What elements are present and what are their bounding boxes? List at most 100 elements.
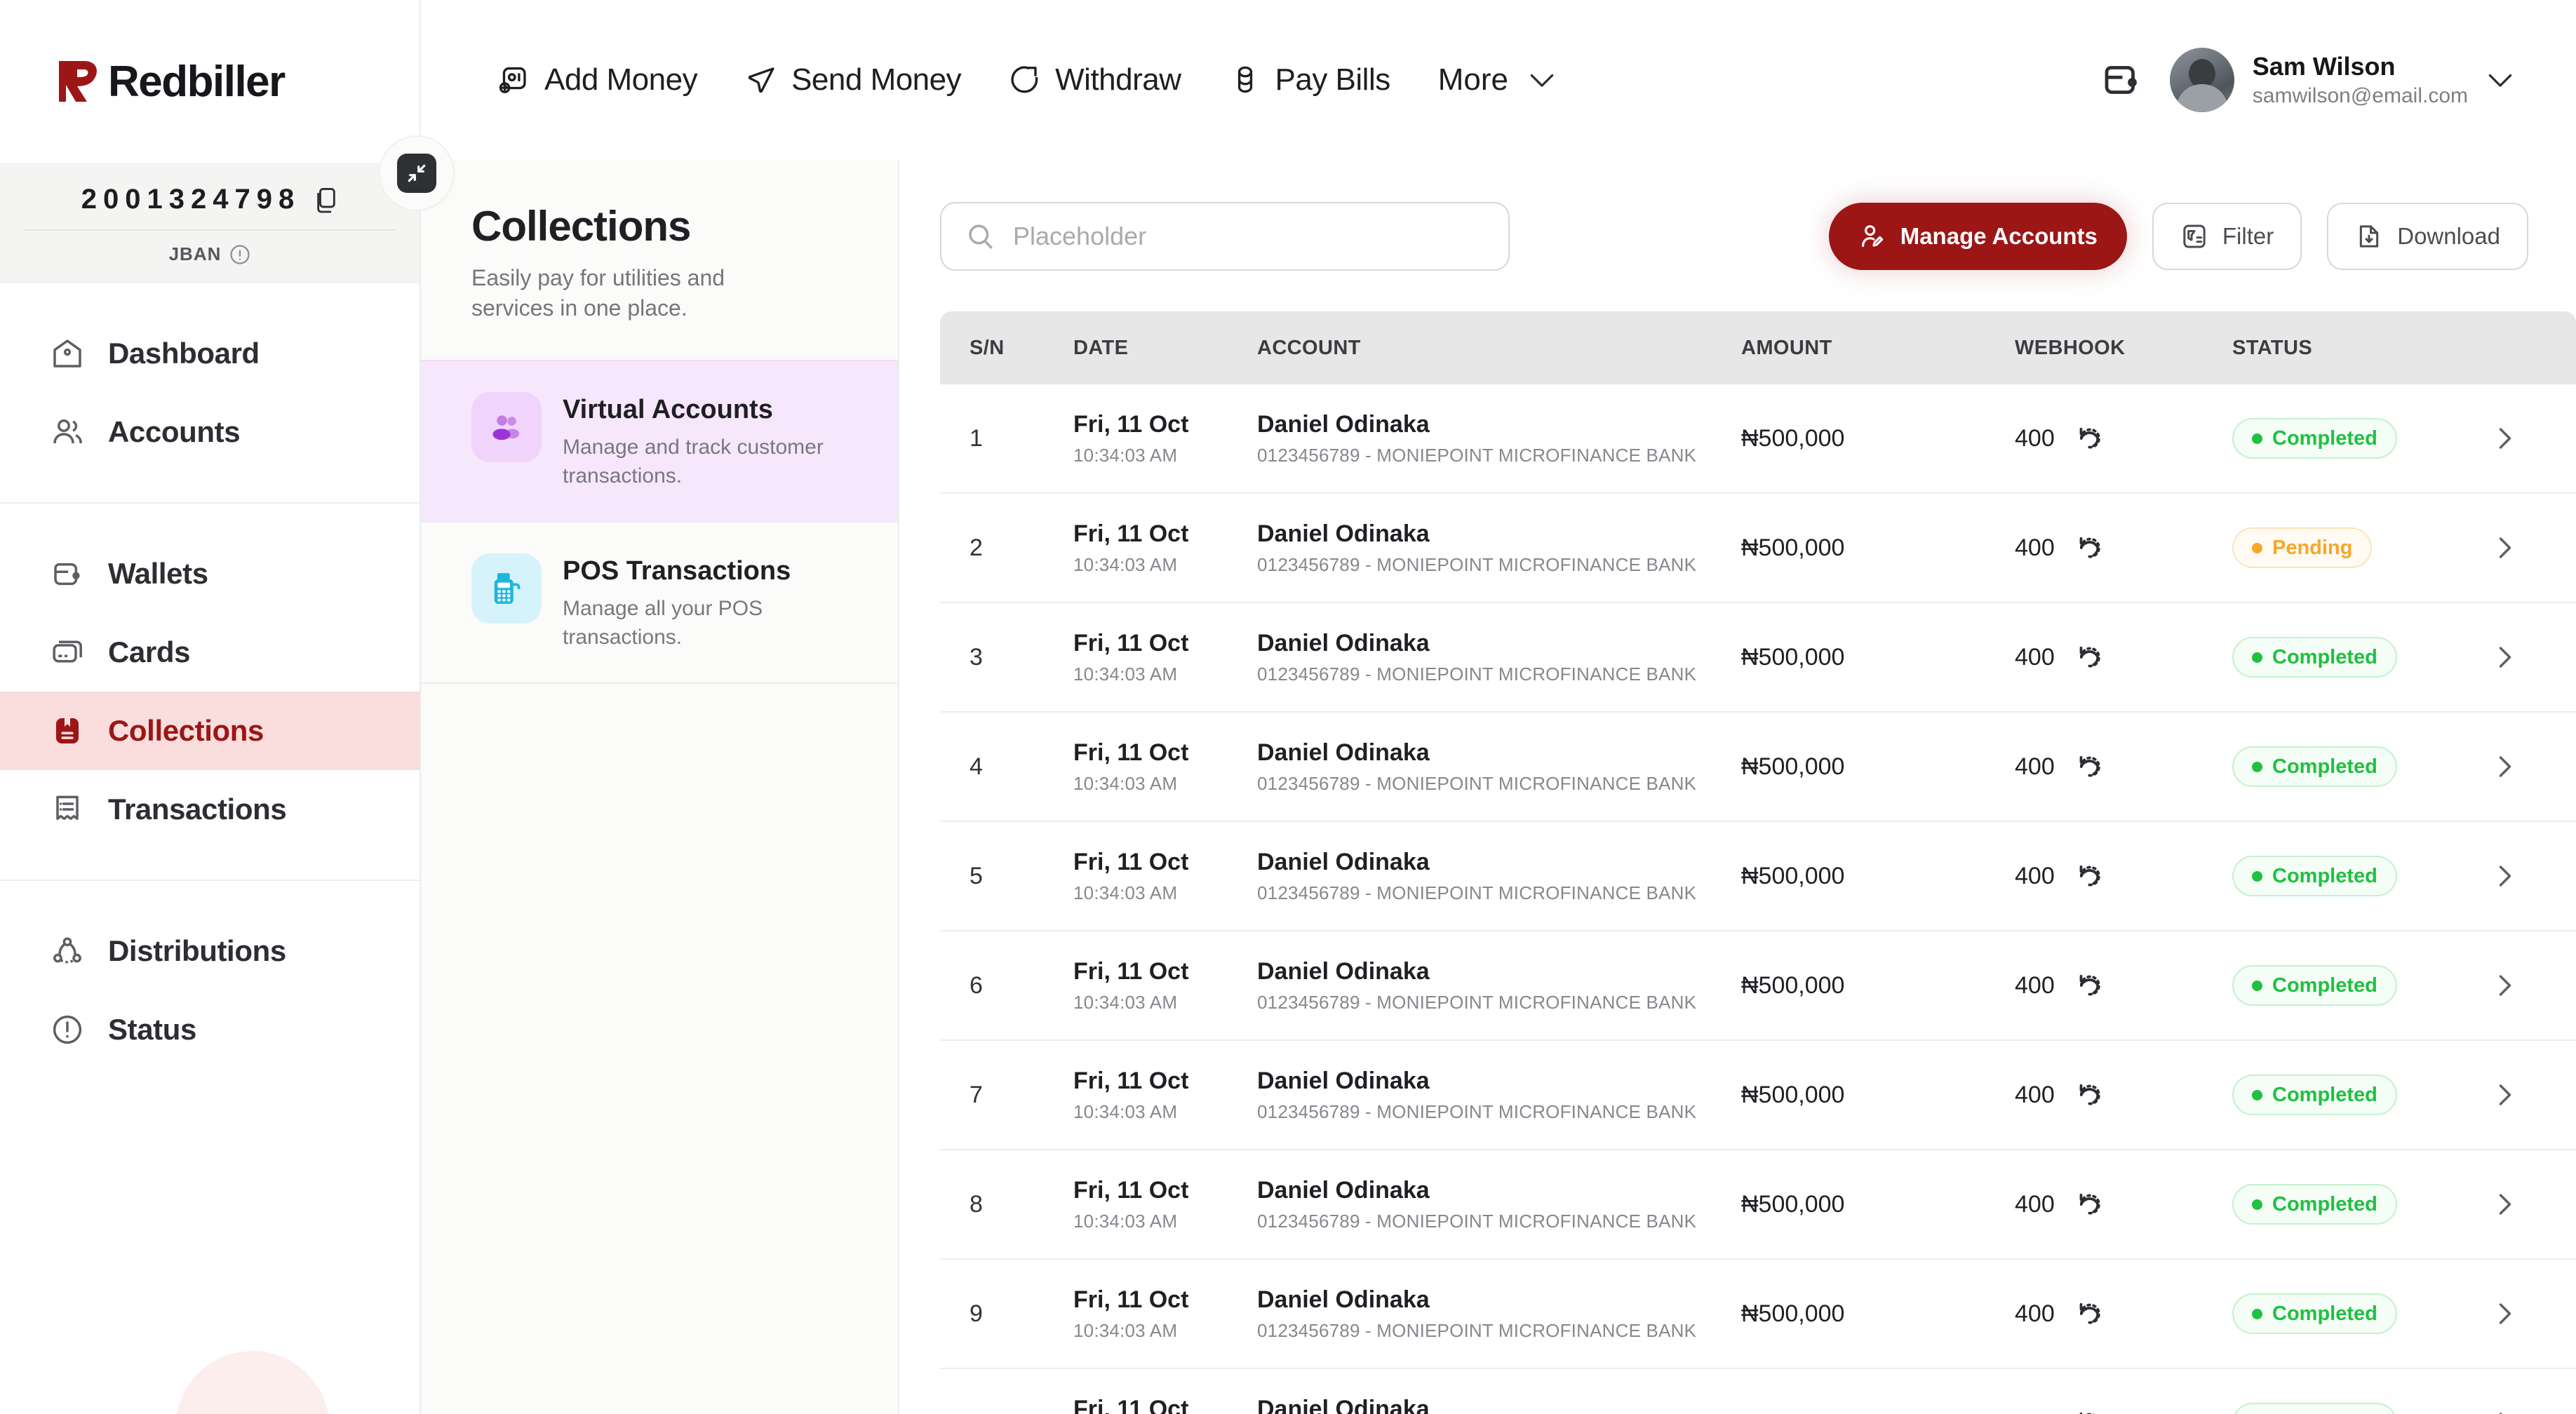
- cell-status: Completed: [2232, 746, 2464, 787]
- column-header-date: DATE: [1073, 336, 1129, 359]
- sidebar-nav-group: Wallets Cards Collections Transactions: [0, 502, 420, 880]
- collection-item-pos-transactions[interactable]: POS Transactions Manage all your POS tran…: [421, 521, 898, 685]
- column-header-amount: AMOUNT: [1741, 336, 1832, 359]
- topnav-item-label: Withdraw: [1055, 62, 1181, 97]
- sidebar-item-distributions[interactable]: Distributions: [0, 912, 420, 990]
- sidebar-item-label: Transactions: [108, 793, 287, 826]
- cell-webhook: 400: [2015, 752, 2232, 781]
- filter-button[interactable]: Filter: [2152, 203, 2302, 270]
- sidebar-item-dashboard[interactable]: Dashboard: [0, 314, 420, 393]
- cell-expand[interactable]: [2464, 533, 2548, 563]
- cell-webhook-value: 400: [2015, 1190, 2055, 1218]
- table-row[interactable]: 1 Fri, 11 Oct 10:34:03 AM Daniel Odinaka 012…: [940, 384, 2576, 494]
- search-box[interactable]: [940, 202, 1510, 271]
- send-money-icon: [748, 67, 774, 93]
- filter-label: Filter: [2222, 223, 2274, 249]
- cell-expand[interactable]: [2464, 971, 2548, 1000]
- cell-webhook: 400: [2015, 533, 2232, 563]
- cell-expand[interactable]: [2464, 1299, 2548, 1328]
- retry-webhook-icon[interactable]: [2074, 1190, 2104, 1219]
- collection-item-body: Virtual Accounts Manage and track custome…: [563, 392, 847, 490]
- cell-expand[interactable]: [2464, 752, 2548, 781]
- cell-date-value: Fri, 11 Oct: [1073, 1176, 1189, 1204]
- topnav-item-add-money[interactable]: Add Money: [498, 62, 698, 97]
- retry-webhook-icon[interactable]: [2074, 1408, 2104, 1414]
- retry-webhook-icon[interactable]: [2074, 1080, 2104, 1110]
- table-row[interactable]: 7 Fri, 11 Oct 10:34:03 AM Daniel Odinaka 012…: [940, 1041, 2576, 1150]
- status-badge: Pending: [2232, 527, 2373, 568]
- sidebar-item-accounts[interactable]: Accounts: [0, 393, 420, 471]
- wallet-icon[interactable]: [2100, 59, 2142, 101]
- cell-expand[interactable]: [2464, 861, 2548, 891]
- download-button[interactable]: Download: [2327, 203, 2528, 270]
- cell-sn: 8: [970, 1190, 983, 1218]
- retry-webhook-icon[interactable]: [2074, 752, 2104, 781]
- status-badge: Completed: [2232, 856, 2397, 896]
- collection-item-virtual-accounts[interactable]: Virtual Accounts Manage and track custome…: [421, 360, 898, 522]
- user-profile-menu[interactable]: Sam Wilson samwilson@email.com: [2169, 48, 2514, 112]
- table-row[interactable]: 8 Fri, 11 Oct 10:34:03 AM Daniel Odinaka 012…: [940, 1150, 2576, 1260]
- sidebar-item-status[interactable]: Status: [0, 990, 420, 1069]
- sidebar-item-label: Status: [108, 1013, 196, 1046]
- cell-status: Completed: [2232, 856, 2464, 896]
- info-icon[interactable]: [229, 244, 250, 265]
- table-row[interactable]: 2 Fri, 11 Oct 10:34:03 AM Daniel Odinaka 012…: [940, 494, 2576, 603]
- cell-amount: ₦500,000: [1741, 424, 1845, 452]
- cell-status: Pending: [2232, 527, 2464, 568]
- brand-logo[interactable]: Redbiller: [0, 0, 420, 163]
- cell-expand[interactable]: [2464, 642, 2548, 672]
- column-header-webhook: WEBHOOK: [2015, 336, 2126, 359]
- table-row[interactable]: 9 Fri, 11 Oct 10:34:03 AM Daniel Odinaka 012…: [940, 1260, 2576, 1369]
- retry-webhook-icon[interactable]: [2074, 533, 2104, 563]
- copy-icon[interactable]: [314, 187, 338, 213]
- retry-webhook-icon[interactable]: [2074, 971, 2104, 1000]
- retry-webhook-icon[interactable]: [2074, 861, 2104, 891]
- retry-webhook-icon[interactable]: [2074, 1299, 2104, 1328]
- topnav-item-pay-bills[interactable]: Pay Bills: [1229, 62, 1390, 97]
- dashboard-icon: [53, 339, 81, 368]
- table-row[interactable]: 4 Fri, 11 Oct 10:34:03 AM Daniel Odinaka 012…: [940, 713, 2576, 822]
- collections-list: Virtual Accounts Manage and track custome…: [421, 360, 898, 685]
- topnav-more-button[interactable]: More: [1438, 62, 1556, 97]
- search-input[interactable]: [1013, 222, 1484, 251]
- cell-expand[interactable]: [2464, 1408, 2548, 1414]
- table-row[interactable]: 10Fri, 11 Oct10:34:03 AMDaniel Odinaka01…: [940, 1369, 2576, 1414]
- add-money-icon: [499, 67, 526, 93]
- topnav-item-send-money[interactable]: Send Money: [745, 62, 962, 97]
- cell-expand[interactable]: [2464, 424, 2548, 453]
- chevron-right-icon: [2499, 756, 2511, 777]
- sidebar-item-collections[interactable]: Collections: [0, 692, 420, 770]
- top-nav: Add Money Send Money Withdraw Pay Bills More: [421, 62, 1556, 97]
- topnav-item-withdraw[interactable]: Withdraw: [1009, 62, 1181, 97]
- collection-item-desc: Manage and track customer transactions.: [563, 436, 824, 487]
- manage-accounts-button[interactable]: Manage Accounts: [1828, 203, 2127, 270]
- status-badge: Completed: [2232, 965, 2397, 1006]
- cell-expand[interactable]: [2464, 1080, 2548, 1110]
- cell-account: Daniel Odinaka 0123456789 - MONIEPOINT MI…: [1257, 630, 1741, 685]
- cell-expand[interactable]: [2464, 1190, 2548, 1219]
- cell-account: Daniel Odinaka 0123456789 - MONIEPOINT MI…: [1257, 1177, 1741, 1232]
- table-row[interactable]: 6 Fri, 11 Oct 10:34:03 AM Daniel Odinaka 012…: [940, 931, 2576, 1041]
- retry-webhook-icon[interactable]: [2074, 424, 2104, 453]
- cell-account-name: Daniel Odinaka: [1257, 739, 1430, 766]
- avatar: [2169, 48, 2234, 112]
- user-name: Sam Wilson: [2252, 52, 2396, 81]
- cell-sn: 10: [940, 1410, 1073, 1414]
- sidebar-item-cards[interactable]: Cards: [0, 613, 420, 692]
- cell-sn: 7: [970, 1081, 983, 1108]
- cell-account: Daniel Odinaka 0123456789 - MONIEPOINT MI…: [1257, 958, 1741, 1014]
- retry-webhook-icon[interactable]: [2074, 642, 2104, 672]
- cell-sn: 1: [970, 424, 983, 452]
- divider: [24, 229, 396, 231]
- table-row[interactable]: 5 Fri, 11 Oct 10:34:03 AM Daniel Odinaka 012…: [940, 822, 2576, 931]
- table-row[interactable]: 3 Fri, 11 Oct 10:34:03 AM Daniel Odinaka 012…: [940, 603, 2576, 713]
- cell-webhook: 400: [2015, 1190, 2232, 1219]
- status-badge: Completed: [2232, 1184, 2397, 1225]
- sidebar-item-transactions[interactable]: Transactions: [0, 770, 420, 849]
- cell-time-value: 10:34:03 AM: [1073, 772, 1178, 794]
- collapse-sidebar-button[interactable]: [379, 135, 455, 211]
- status-label: Completed: [2272, 1192, 2377, 1216]
- sidebar-item-label: Collections: [108, 714, 264, 747]
- sidebar-item-wallets[interactable]: Wallets: [0, 534, 420, 613]
- status-label: Completed: [2272, 426, 2377, 450]
